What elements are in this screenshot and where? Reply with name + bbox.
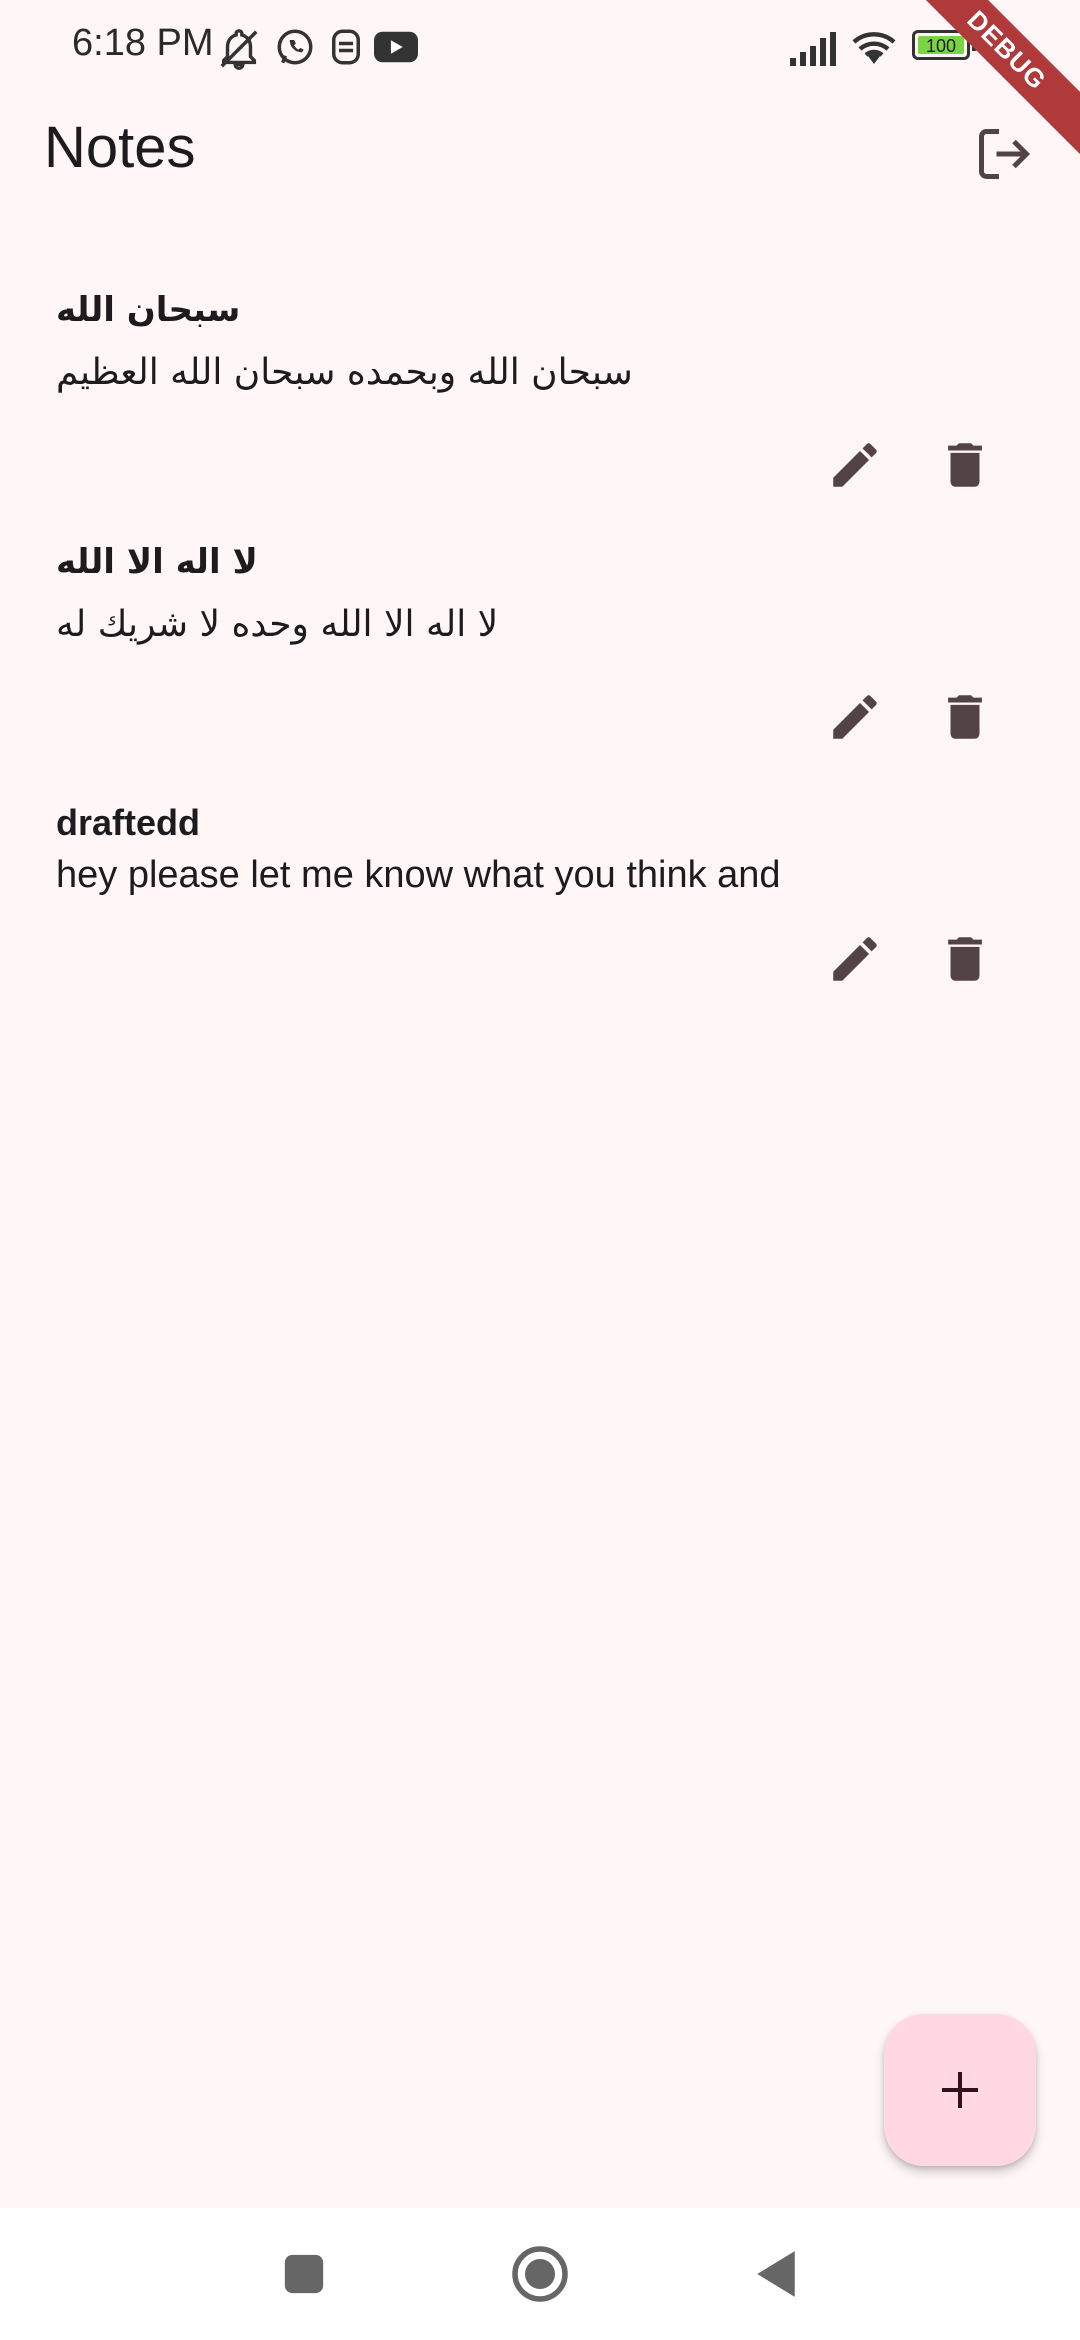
note-title: سبحان الله (56, 290, 241, 330)
home-button[interactable] (508, 2242, 572, 2306)
youtube-icon (374, 30, 418, 68)
add-icon (942, 2072, 978, 2108)
note-actions (820, 924, 1000, 994)
note-item[interactable]: draftedd hey please let me know what you… (0, 774, 1080, 1018)
delete-button[interactable] (930, 924, 1000, 994)
edit-button[interactable] (820, 924, 890, 994)
note-body: hey please let me know what you think an… (56, 854, 781, 896)
system-navigation-bar (0, 2208, 1080, 2340)
logout-button[interactable] (968, 118, 1040, 190)
delete-icon (948, 443, 982, 487)
status-bar: 6:18 PM 100 (0, 0, 1080, 96)
note-title: لا اله الا الله (56, 542, 258, 582)
delete-icon (948, 695, 982, 739)
status-time: 6:18 PM (72, 22, 214, 64)
edit-icon (833, 443, 877, 487)
note-body: سبحان الله وبحمده سبحان الله العظيم (56, 352, 633, 393)
notes-list: سبحان الله سبحان الله وبحمده سبحان الله … (0, 270, 1080, 1018)
whatsapp-icon (274, 26, 316, 72)
edit-button[interactable] (820, 682, 890, 752)
page-title: Notes (44, 115, 196, 180)
note-item[interactable]: سبحان الله سبحان الله وبحمده سبحان الله … (0, 270, 1080, 522)
note-item[interactable]: لا اله الا الله لا اله الا الله وحده لا … (0, 522, 1080, 774)
app-notification-icon (328, 26, 364, 72)
delete-button[interactable] (930, 430, 1000, 500)
delete-button[interactable] (930, 682, 1000, 752)
note-title: draftedd (56, 802, 200, 843)
edit-icon (833, 695, 877, 739)
note-actions (820, 430, 1000, 500)
back-button[interactable] (744, 2242, 808, 2306)
back-icon (757, 2251, 795, 2297)
home-icon (512, 2246, 568, 2302)
notifications-off-icon (216, 26, 262, 76)
wifi-icon (850, 28, 898, 72)
recents-button[interactable] (272, 2242, 336, 2306)
signal-icon (790, 32, 838, 70)
recents-icon (284, 2254, 324, 2294)
note-body: لا اله الا الله وحده لا شريك له (56, 604, 499, 645)
edit-icon (833, 937, 877, 981)
note-actions (820, 682, 1000, 752)
logout-icon (979, 129, 1031, 179)
delete-icon (948, 937, 982, 981)
battery-level: 100 (918, 36, 964, 56)
add-note-button[interactable] (884, 2014, 1036, 2166)
edit-button[interactable] (820, 430, 890, 500)
